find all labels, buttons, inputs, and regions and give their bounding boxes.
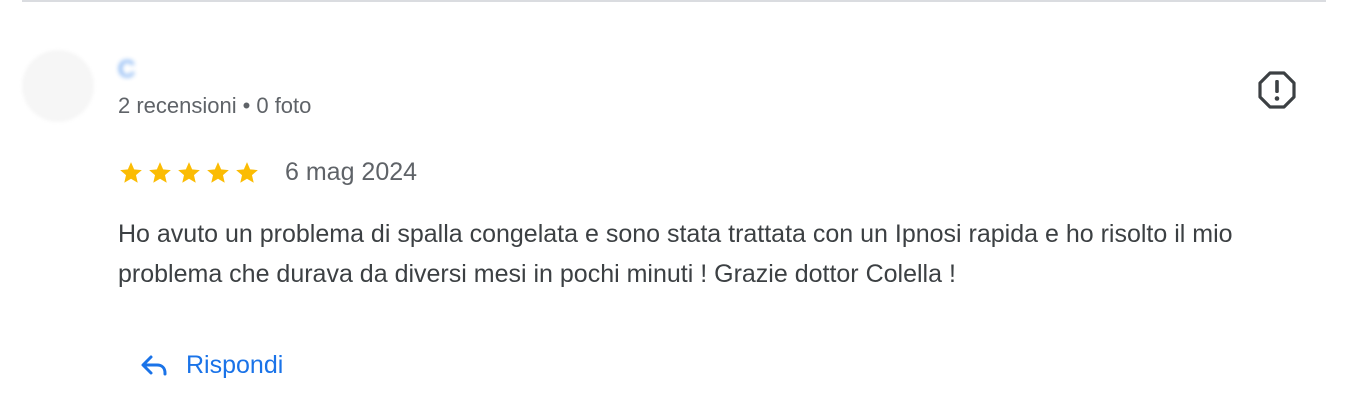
star-rating <box>118 160 260 186</box>
reply-arrow-icon <box>141 355 167 376</box>
meta-separator: • <box>242 93 251 118</box>
star-icon <box>149 161 171 183</box>
star-icon <box>236 161 258 183</box>
star-icon <box>207 161 229 183</box>
reviews-count: 2 recensioni <box>118 93 237 118</box>
avatar[interactable] <box>22 50 94 122</box>
reply-label: Rispondi <box>186 350 284 379</box>
review-card: C 2 recensioni • 0 foto 6 mag 2024 Ho avut… <box>0 0 1360 420</box>
review-date: 6 mag 2024 <box>285 158 418 186</box>
rating-row: 6 mag 2024 <box>118 158 417 187</box>
star-icon <box>120 161 142 183</box>
review-text: Ho avuto un problema di spalla congelata… <box>118 220 1233 288</box>
reply-button[interactable]: Rispondi <box>132 342 289 388</box>
divider <box>22 0 1326 2</box>
photos-count: 0 foto <box>256 93 312 118</box>
report-icon[interactable] <box>1258 71 1296 109</box>
reviewer-name[interactable]: C <box>118 56 135 84</box>
reviewer-meta: 2 recensioni • 0 foto <box>118 93 311 119</box>
star-icon <box>178 161 200 183</box>
